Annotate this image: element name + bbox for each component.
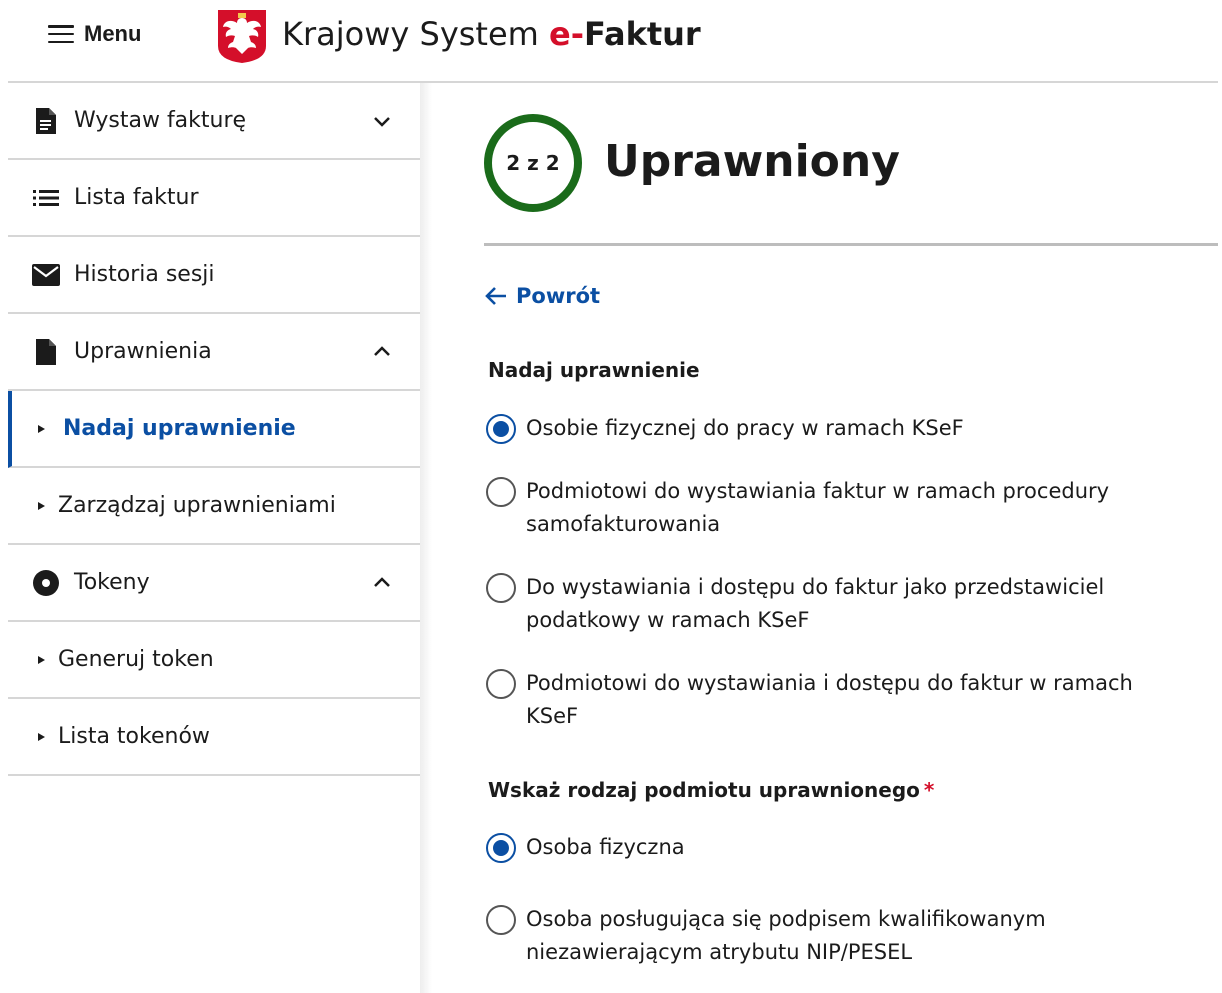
sidebar-item-uprawnienia[interactable]: Uprawnienia — [8, 314, 420, 391]
bullet-icon — [38, 501, 45, 510]
sidebar-item-label: Nadaj uprawnienie — [63, 416, 296, 441]
radio-label: Do wystawiania i dostępu do faktur jako … — [526, 575, 1105, 632]
chevron-up-icon[interactable] — [372, 342, 392, 362]
arrow-left-icon — [485, 287, 506, 305]
radio-option-osobie-fizycznej[interactable]: Osobie fizycznej do pracy w ramach KSeF — [486, 414, 1166, 445]
brand-title: Krajowy System e-Faktur — [282, 12, 701, 56]
polish-eagle-emblem-icon — [218, 10, 266, 63]
sidebar-item-lista-faktur[interactable]: Lista faktur — [8, 160, 420, 237]
bullet-icon — [38, 732, 45, 741]
back-link[interactable]: Powrót — [484, 284, 600, 308]
sidebar-item-historia-sesji[interactable]: Historia sesji — [8, 237, 420, 314]
radio-option-osoba-fizyczna[interactable]: Osoba fizyczna — [486, 833, 1166, 864]
chevron-up-icon[interactable] — [372, 573, 392, 593]
bullet-icon — [38, 655, 45, 664]
mail-icon — [32, 261, 60, 289]
bullet-icon — [38, 424, 45, 433]
page-title: Uprawniony — [604, 136, 900, 187]
section-title-rodzaj-podmiotu: Wskaż rodzaj podmiotu uprawnionego * — [488, 778, 934, 802]
radio-button[interactable] — [486, 573, 516, 603]
brand-prefix: Krajowy System — [282, 15, 549, 53]
sidebar-item-wystaw-fakture[interactable]: Wystaw fakturę — [8, 83, 420, 160]
hamburger-icon — [48, 25, 74, 43]
sidebar-item-generuj-token[interactable]: Generuj token — [8, 622, 420, 699]
token-icon — [32, 569, 60, 597]
sidebar-item-label: Wystaw fakturę — [74, 108, 247, 133]
app-header: Menu Krajowy System e-Faktur — [0, 0, 1222, 83]
brand-accent: e- — [549, 15, 584, 53]
menu-button[interactable]: Menu — [48, 18, 141, 50]
radio-label: Osobie fizycznej do pracy w ramach KSeF — [526, 416, 964, 440]
step-indicator: 2 z 2 — [484, 114, 582, 212]
radio-button[interactable] — [486, 833, 516, 863]
radio-label: Osoba fizyczna — [526, 835, 685, 859]
sidebar-item-tokeny[interactable]: Tokeny — [8, 545, 420, 622]
sidebar-item-label: Lista faktur — [74, 185, 199, 210]
radio-label: Podmiotowi do wystawiania faktur w ramac… — [526, 479, 1110, 536]
sidebar-item-label: Generuj token — [58, 647, 214, 672]
sidebar-shadow — [420, 83, 432, 993]
radio-option-przedstawiciel-podatkowy[interactable]: Do wystawiania i dostępu do faktur jako … — [486, 573, 1166, 637]
sidebar-item-label: Tokeny — [74, 570, 150, 595]
required-mark: * — [923, 778, 935, 802]
radio-button[interactable] — [486, 905, 516, 935]
radio-option-podmiotowi-ksef[interactable]: Podmiotowi do wystawiania i dostępu do f… — [486, 669, 1166, 733]
radio-button[interactable] — [486, 414, 516, 444]
radio-option-samofakturowanie[interactable]: Podmiotowi do wystawiania faktur w ramac… — [486, 477, 1166, 541]
sidebar-item-lista-tokenow[interactable]: Lista tokenów — [8, 699, 420, 776]
file-icon — [32, 338, 60, 366]
radio-button[interactable] — [486, 669, 516, 699]
radio-label: Osoba posługująca się podpisem kwalifiko… — [526, 907, 1046, 964]
back-label: Powrót — [516, 284, 601, 308]
chevron-down-icon[interactable] — [372, 111, 392, 131]
sidebar-item-label: Lista tokenów — [58, 724, 210, 749]
sidebar-item-label: Historia sesji — [74, 262, 215, 287]
section-title-text: Wskaż rodzaj podmiotu uprawnionego — [488, 778, 920, 802]
document-icon — [32, 107, 60, 135]
menu-label: Menu — [84, 21, 142, 46]
radio-label: Podmiotowi do wystawiania i dostępu do f… — [526, 671, 1133, 728]
list-icon — [32, 184, 60, 212]
brand-bold: Faktur — [583, 15, 701, 53]
section-title-nadaj: Nadaj uprawnienie — [488, 358, 700, 382]
sidebar-nav: Wystaw fakturę Lista faktur Historia ses… — [8, 83, 420, 993]
sidebar-item-nadaj-uprawnienie[interactable]: Nadaj uprawnienie — [8, 391, 420, 468]
radio-button[interactable] — [486, 477, 516, 507]
radio-option-podpis-kwalifikowany[interactable]: Osoba posługująca się podpisem kwalifiko… — [486, 905, 1086, 969]
sidebar-item-label: Uprawnienia — [74, 339, 212, 364]
sidebar-item-zarzadzaj-uprawnieniami[interactable]: Zarządzaj uprawnieniami — [8, 468, 420, 545]
title-divider — [484, 243, 1218, 246]
sidebar-item-label: Zarządzaj uprawnieniami — [58, 493, 336, 518]
